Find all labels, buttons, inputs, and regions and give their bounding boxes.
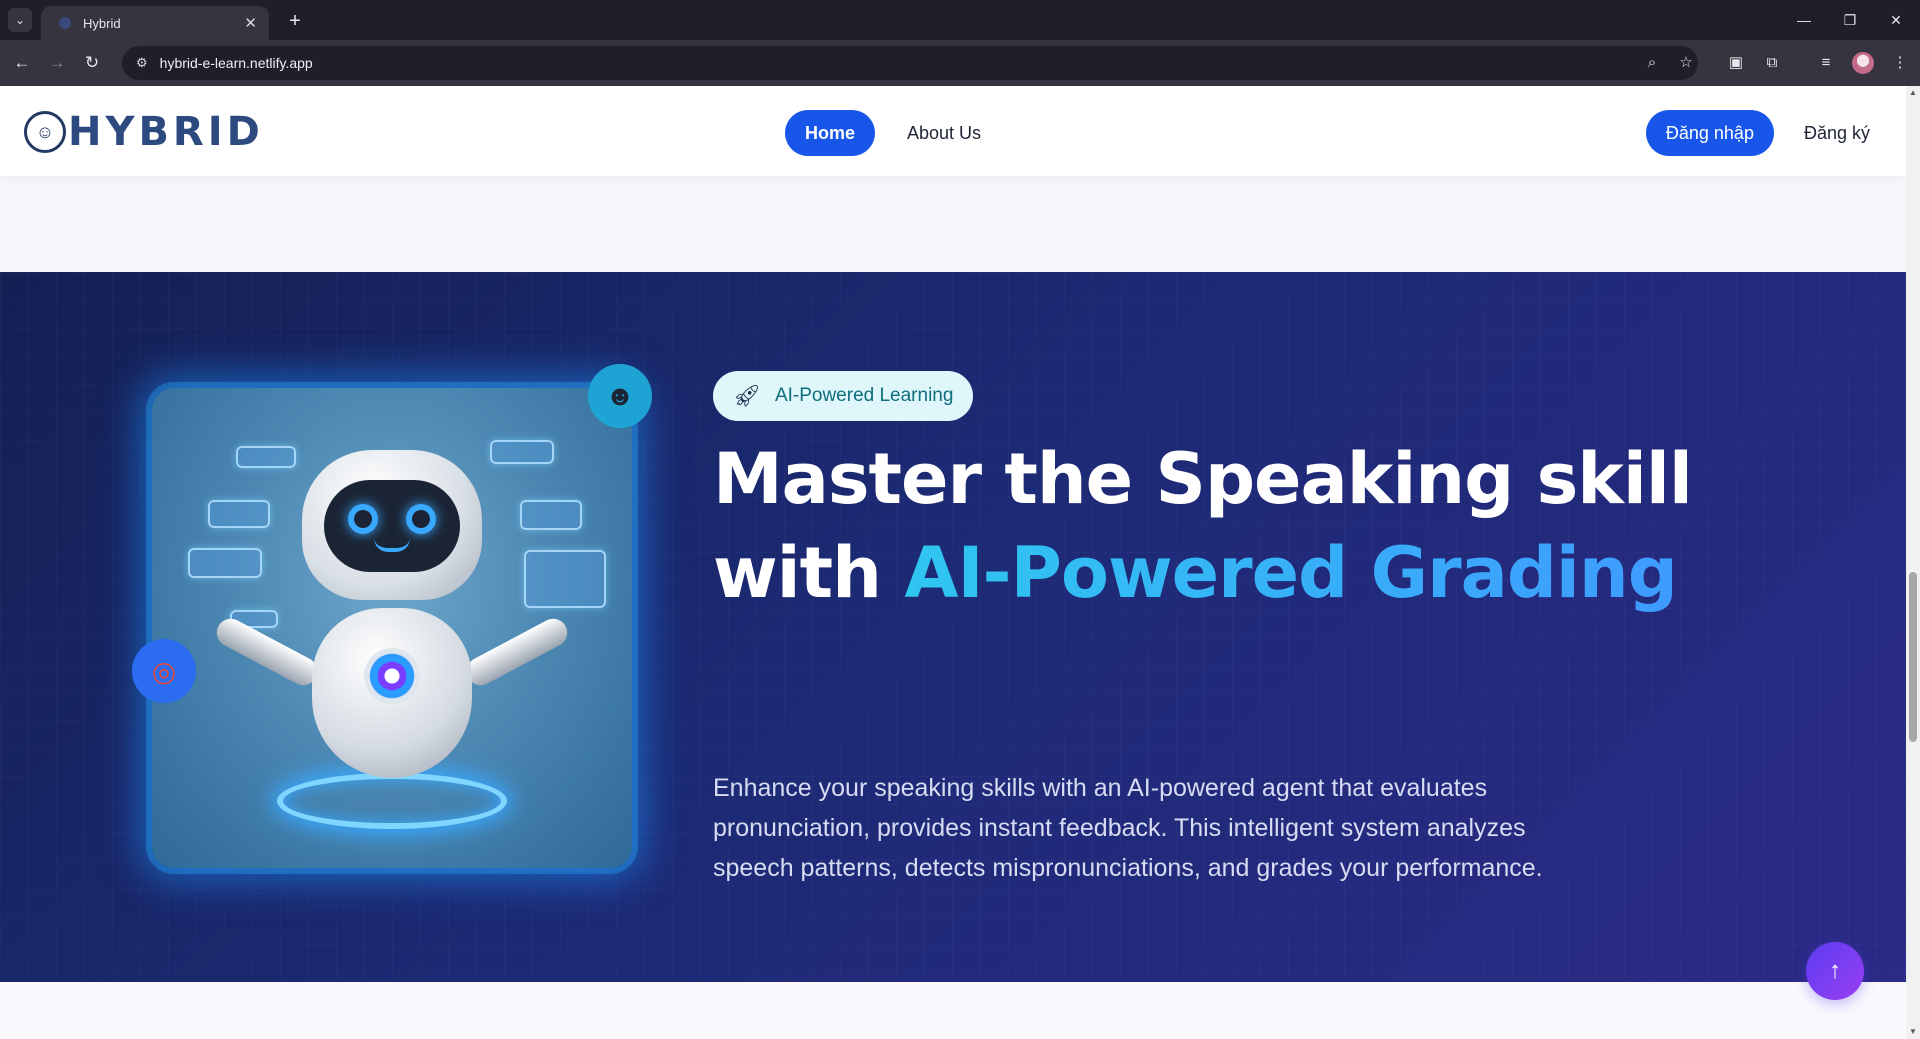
- robot-core: [364, 648, 420, 704]
- rocket-icon: 🚀︎: [733, 383, 761, 408]
- logo-mascot-icon: ☺: [24, 111, 66, 153]
- back-arrow-icon[interactable]: ←: [8, 49, 36, 77]
- site-logo[interactable]: ☺ HYBRID: [24, 110, 264, 154]
- minimize-icon[interactable]: —: [1784, 6, 1824, 34]
- robot-body: [312, 608, 472, 778]
- page-scrollbar[interactable]: ▲ ▼: [1906, 86, 1920, 1039]
- robot-face: [324, 480, 460, 572]
- browser-tab[interactable]: Hybrid ✕: [41, 6, 269, 40]
- scroll-down-arrow-icon[interactable]: ▼: [1908, 1027, 1918, 1037]
- restore-icon[interactable]: ❐: [1830, 6, 1870, 34]
- scrollbar-thumb[interactable]: [1909, 572, 1917, 742]
- speech-bubble: [520, 500, 582, 530]
- scroll-up-arrow-icon[interactable]: ▲: [1908, 88, 1918, 98]
- media-icon[interactable]: ≡: [1812, 49, 1840, 77]
- robot-face-icon: ☻: [588, 364, 652, 428]
- reload-icon[interactable]: ↻: [78, 49, 106, 77]
- more-menu-icon[interactable]: ⋮: [1886, 49, 1914, 77]
- site-info-icon[interactable]: ⚙: [136, 55, 148, 71]
- nav-home[interactable]: Home: [785, 110, 876, 156]
- speech-bubble: [236, 446, 296, 468]
- target-icon: ◎: [132, 639, 196, 703]
- login-button[interactable]: Đăng nhập: [1645, 110, 1774, 156]
- speech-bubble: [208, 500, 270, 528]
- close-window-icon[interactable]: ✕: [1876, 6, 1916, 34]
- nav-about-us[interactable]: About Us: [895, 123, 993, 144]
- speech-bubble: [188, 548, 262, 578]
- zoom-icon[interactable]: ⌕: [1638, 49, 1666, 77]
- site-header: ☺ HYBRID Home About Us Đăng nhập Đăng ký: [0, 86, 1906, 176]
- speech-bubble: [490, 440, 554, 464]
- new-tab-button[interactable]: +: [282, 8, 308, 34]
- hero-section: ☻ 🚀︎ AI-Powered Learning Master the Spea…: [0, 272, 1906, 982]
- robot-mouth: [374, 538, 410, 552]
- puzzle-icon[interactable]: ⧉: [1758, 49, 1786, 77]
- tab-title: Hybrid: [83, 15, 121, 31]
- profile-avatar[interactable]: [1852, 52, 1874, 74]
- tab-close-icon[interactable]: ✕: [244, 14, 257, 32]
- hologram-ring: [277, 773, 507, 829]
- address-bar[interactable]: ⚙ hybrid-e-learn.netlify.app: [122, 46, 1698, 80]
- tab-search-icon[interactable]: ⌄: [8, 8, 32, 32]
- browser-tab-bar: ⌄ Hybrid ✕ + — ❐ ✕: [0, 0, 1920, 40]
- hero-title-line2-prefix: with: [713, 532, 905, 614]
- hero-title-line1: Master the Speaking skill: [713, 438, 1693, 520]
- page-viewport: ☺ HYBRID Home About Us Đăng nhập Đăng ký: [0, 86, 1906, 1039]
- url-text[interactable]: hybrid-e-learn.netlify.app: [160, 55, 313, 71]
- bookmark-star-icon[interactable]: ☆: [1672, 49, 1700, 77]
- favicon-icon: [59, 17, 71, 29]
- robot-eye: [348, 504, 378, 534]
- hero-description: Enhance your speaking skills with an AI-…: [713, 774, 1543, 882]
- robot-illustration: [152, 388, 632, 868]
- forward-arrow-icon[interactable]: →: [43, 49, 71, 77]
- speech-bubble: [524, 550, 606, 608]
- next-section: [0, 982, 1906, 1039]
- extension-icon[interactable]: ▣: [1722, 49, 1750, 77]
- hero-title: Master the Speaking skill with AI-Powere…: [713, 432, 1813, 620]
- main-nav: Home About Us: [785, 110, 993, 156]
- browser-toolbar: ← → ↻ ⚙ hybrid-e-learn.netlify.app ⌕ ☆ ▣…: [0, 40, 1920, 86]
- badge-label: AI-Powered Learning: [774, 385, 954, 406]
- logo-text: HYBRID: [68, 109, 264, 155]
- back-to-top-button[interactable]: ↑: [1806, 942, 1864, 1000]
- robot-arm-right: [461, 613, 573, 691]
- hero-title-accent: AI-Powered Grading: [904, 532, 1678, 614]
- robot-eye: [406, 504, 436, 534]
- register-link[interactable]: Đăng ký: [1804, 123, 1870, 144]
- auth-actions: Đăng nhập Đăng ký: [1645, 110, 1870, 156]
- ai-learning-badge: 🚀︎ AI-Powered Learning: [713, 371, 974, 421]
- robot-head: [302, 450, 482, 600]
